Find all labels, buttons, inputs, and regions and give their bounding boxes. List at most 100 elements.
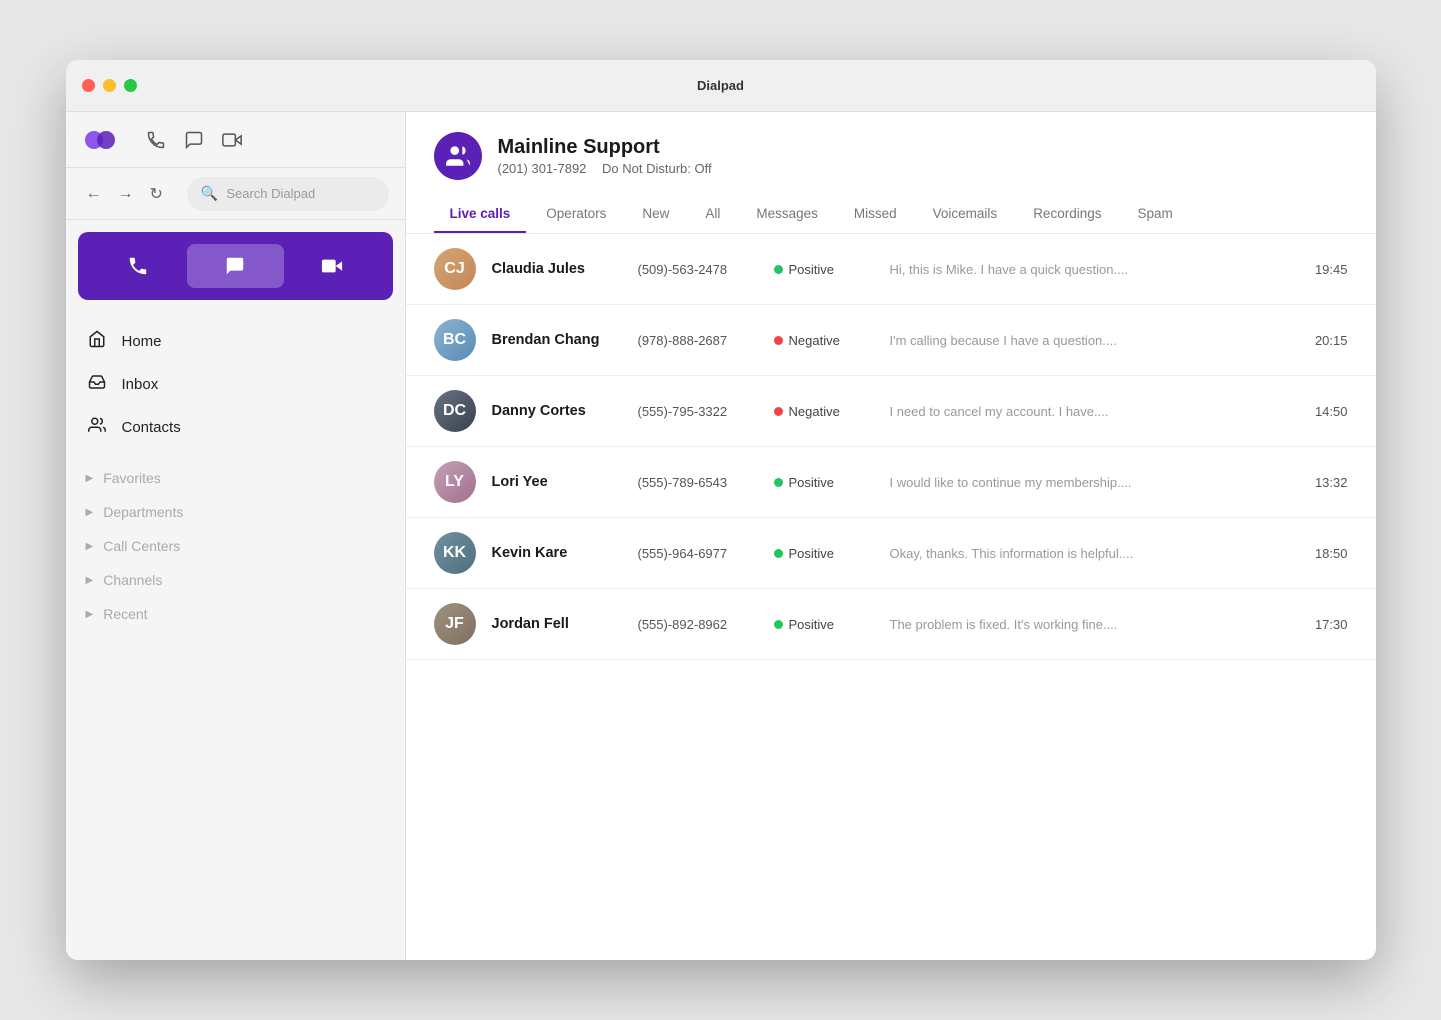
refresh-button[interactable]: ↻ [146,180,167,208]
forward-button[interactable]: → [114,180,138,208]
caller-phone: (978)-888-2687 [638,333,758,348]
sidebar-item-home[interactable]: Home [66,320,405,363]
search-placeholder: Search Dialpad [226,186,315,201]
sidebar-item-favorites[interactable]: ▶ Favorites [66,461,405,495]
sentiment-badge: Positive [774,546,874,561]
window-title: Dialpad [697,78,744,93]
tab-voicemails[interactable]: Voicemails [917,196,1014,233]
tab-operators[interactable]: Operators [530,196,622,233]
header-top: Mainline Support (201) 301-7892 Do Not D… [434,132,1348,180]
nav-buttons: ← → ↻ [82,180,167,208]
channels-label: Channels [103,572,162,588]
avatar: JF [434,603,476,645]
avatar: CJ [434,248,476,290]
video-action-button[interactable] [284,244,381,288]
message-icon[interactable] [184,130,204,150]
sentiment-dot [774,620,783,629]
sentiment-label: Positive [789,262,835,277]
caller-name: Brendan Chang [492,332,622,348]
sidebar-item-call-centers[interactable]: ▶ Call Centers [66,529,405,563]
caller-phone: (509)-563-2478 [638,262,758,277]
table-row[interactable]: BC Brendan Chang (978)-888-2687 Negative… [406,305,1376,376]
sentiment-badge: Positive [774,617,874,632]
sidebar-item-channels[interactable]: ▶ Channels [66,563,405,597]
sentiment-dot [774,265,783,274]
app-window: Dialpad [66,60,1376,960]
sentiment-label: Positive [789,546,835,561]
call-preview: The problem is fixed. It's working fine.… [890,617,1292,632]
tab-new[interactable]: New [626,196,685,233]
sidebar-item-inbox[interactable]: Inbox [66,363,405,406]
table-row[interactable]: DC Danny Cortes (555)-795-3322 Negative … [406,376,1376,447]
sentiment-label: Negative [789,333,840,348]
fullscreen-button[interactable] [124,79,137,92]
avatar: DC [434,390,476,432]
inbox-icon [86,373,108,396]
chevron-icon: ▶ [86,575,94,586]
call-time: 17:30 [1308,617,1348,632]
toolbar [66,112,405,168]
tab-all[interactable]: All [689,196,736,233]
phone-icon[interactable] [146,130,166,150]
sidebar-item-contacts[interactable]: Contacts [66,406,405,449]
tab-recordings[interactable]: Recordings [1017,196,1117,233]
sidebar-nav: Home Inbox [66,312,405,457]
close-button[interactable] [82,79,95,92]
caller-phone: (555)-892-8962 [638,617,758,632]
header-dnd: Do Not Disturb: Off [602,161,712,176]
favorites-label: Favorites [103,470,161,486]
avatar [434,132,482,180]
sidebar-sections: ▶ Favorites ▶ Departments ▶ Call Centers… [66,457,405,635]
caller-name: Lori Yee [492,474,622,490]
tab-messages[interactable]: Messages [740,196,834,233]
chevron-icon: ▶ [86,473,94,484]
tab-live-calls[interactable]: Live calls [434,196,527,233]
inbox-label: Inbox [122,376,159,393]
sentiment-dot [774,407,783,416]
sidebar-item-departments[interactable]: ▶ Departments [66,495,405,529]
table-row[interactable]: CJ Claudia Jules (509)-563-2478 Positive… [406,234,1376,305]
table-row[interactable]: KK Kevin Kare (555)-964-6977 Positive Ok… [406,518,1376,589]
departments-label: Departments [103,504,183,520]
minimize-button[interactable] [103,79,116,92]
call-time: 14:50 [1308,404,1348,419]
header-subtitle: (201) 301-7892 Do Not Disturb: Off [498,161,724,176]
phone-action-button[interactable] [90,244,187,288]
search-bar[interactable]: 🔍 Search Dialpad [187,177,389,211]
table-row[interactable]: JF Jordan Fell (555)-892-8962 Positive T… [406,589,1376,660]
traffic-lights [82,79,137,92]
sidebar-item-recent[interactable]: ▶ Recent [66,597,405,631]
action-buttons-group [78,232,393,300]
call-preview: I would like to continue my membership..… [890,475,1292,490]
nav-bar: ← → ↻ 🔍 Search Dialpad [66,168,405,220]
call-preview: Okay, thanks. This information is helpfu… [890,546,1292,561]
tab-spam[interactable]: Spam [1121,196,1188,233]
call-centers-label: Call Centers [103,538,180,554]
home-label: Home [122,333,162,350]
header-info: Mainline Support (201) 301-7892 Do Not D… [498,136,724,176]
call-time: 20:15 [1308,333,1348,348]
sentiment-label: Positive [789,617,835,632]
tab-missed[interactable]: Missed [838,196,913,233]
caller-name: Danny Cortes [492,403,622,419]
avatar: KK [434,532,476,574]
contacts-label: Contacts [122,419,181,436]
sentiment-badge: Negative [774,333,874,348]
main-layout: ← → ↻ 🔍 Search Dialpad [66,112,1376,960]
call-preview: I'm calling because I have a question...… [890,333,1292,348]
header-phone: (201) 301-7892 [498,161,587,176]
caller-phone: (555)-789-6543 [638,475,758,490]
back-button[interactable]: ← [82,180,106,208]
video-icon[interactable] [222,130,242,150]
toolbar-icons [146,130,242,150]
table-row[interactable]: LY Lori Yee (555)-789-6543 Positive I wo… [406,447,1376,518]
call-time: 18:50 [1308,546,1348,561]
titlebar: Dialpad [66,60,1376,112]
message-action-button[interactable] [187,244,284,288]
sentiment-dot [774,549,783,558]
sentiment-dot [774,478,783,487]
contacts-icon [86,416,108,439]
sentiment-dot [774,336,783,345]
search-icon: 🔍 [201,185,218,202]
chevron-icon: ▶ [86,541,94,552]
